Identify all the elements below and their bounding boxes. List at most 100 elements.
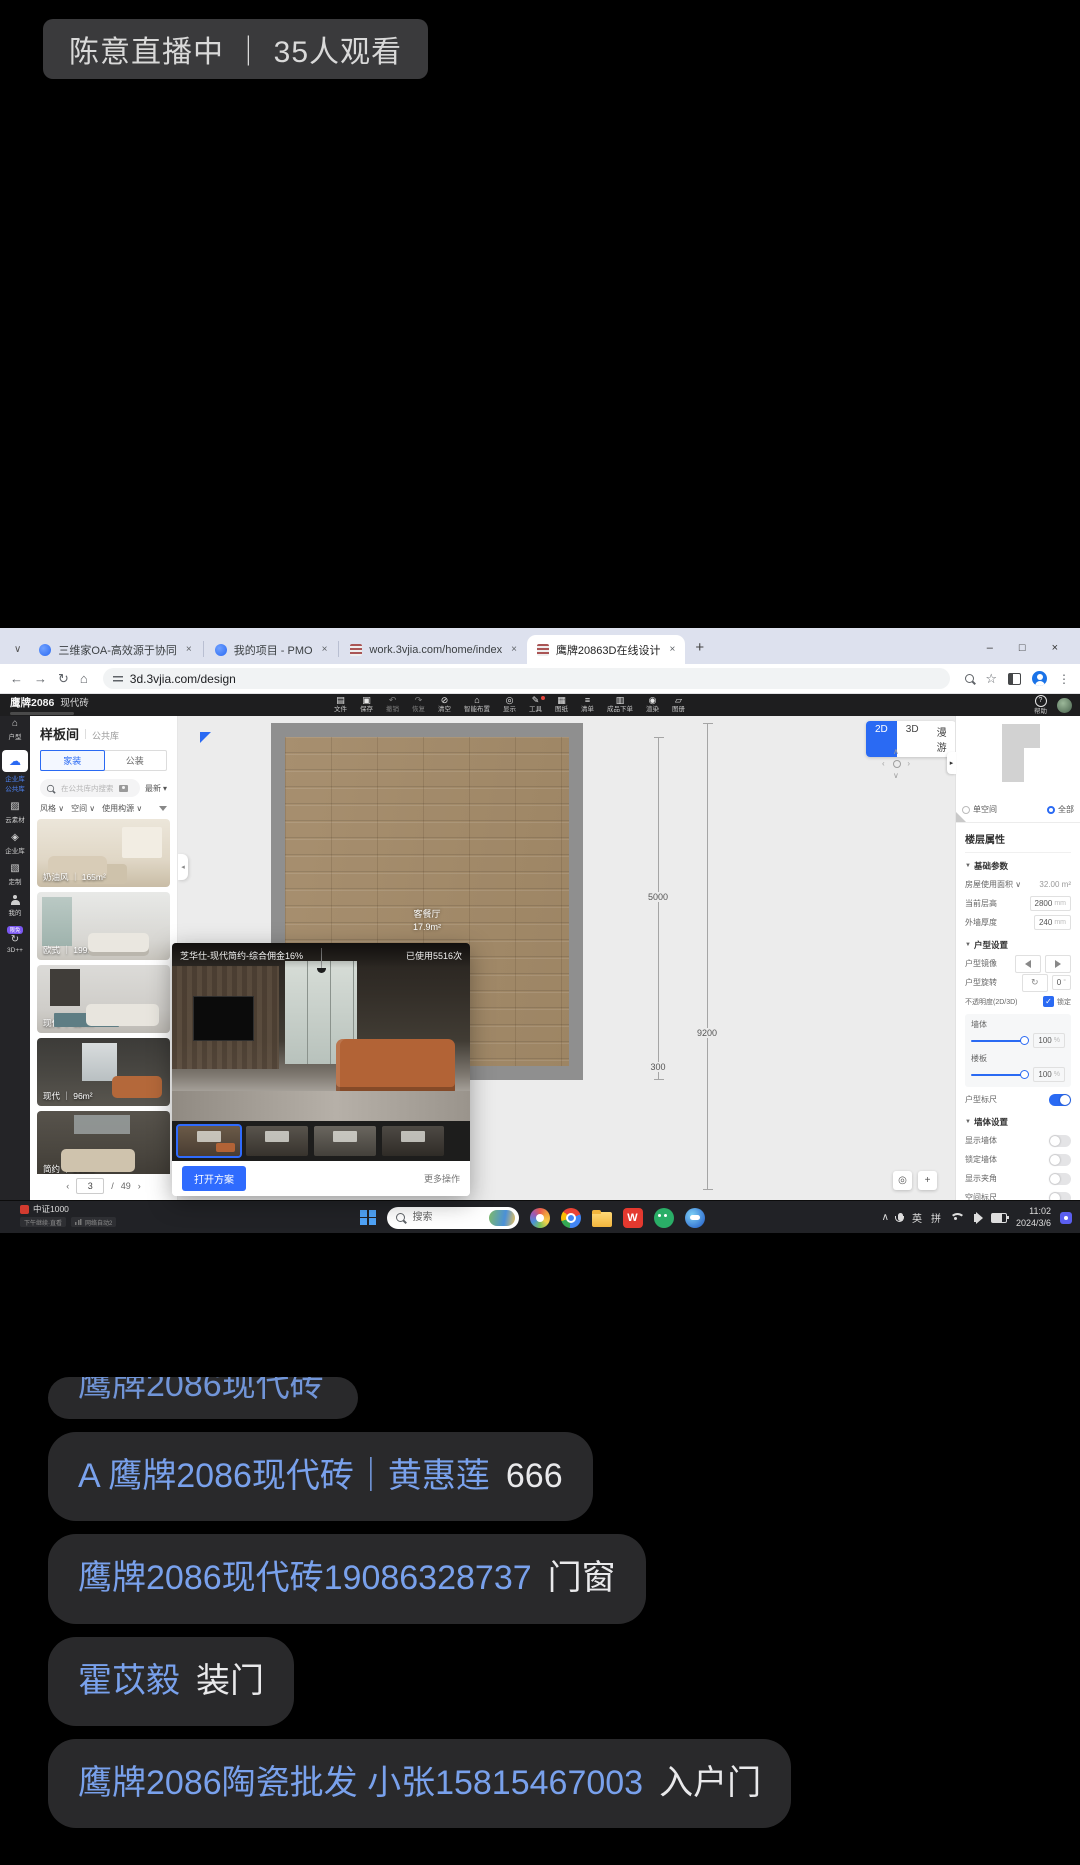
taskbar-clock[interactable]: 11:02 2024/3/6 <box>1016 1206 1051 1229</box>
plan-ruler-toggle[interactable] <box>1049 1094 1071 1106</box>
maximize-button[interactable]: □ <box>1019 642 1026 654</box>
home-icon[interactable]: ⌂ <box>80 672 88 685</box>
filter-space[interactable]: 空间 ∨ <box>71 803 95 814</box>
filter-style[interactable]: 风格 ∨ <box>40 803 64 814</box>
tab-close-icon[interactable]: × <box>322 644 328 655</box>
lock-wall-toggle[interactable] <box>1049 1154 1071 1166</box>
messenger-app-icon[interactable] <box>685 1208 705 1228</box>
toolbar-undo[interactable]: ↶撤销 <box>386 696 399 714</box>
rail-item-floorplan[interactable]: ⌂ 户型 <box>9 719 22 741</box>
site-info-icon[interactable] <box>113 675 123 683</box>
profile-avatar-icon[interactable] <box>1032 671 1047 686</box>
browser-tab-4-active[interactable]: 鹰牌20863D在线设计 × <box>527 635 685 664</box>
rail-item-mine[interactable]: 我的 <box>9 895 22 917</box>
taskbar-search[interactable] <box>387 1207 519 1229</box>
tab-home-decor[interactable]: 家装 <box>40 750 105 771</box>
ime-english-indicator[interactable]: 英 <box>912 1210 922 1225</box>
minimap-resize-corner[interactable] <box>956 812 966 822</box>
toolbar-list[interactable]: ≡清单 <box>581 696 594 714</box>
minimize-button[interactable]: – <box>987 642 993 654</box>
tab-public-decor[interactable]: 公装 <box>104 751 167 770</box>
filter-funnel-icon[interactable] <box>159 806 167 811</box>
floor-opacity-value[interactable]: 100% <box>1033 1067 1065 1082</box>
pan-down-icon[interactable]: ∨ <box>893 772 899 780</box>
open-plan-button[interactable]: 打开方案 <box>182 1166 246 1191</box>
photos-app-icon[interactable] <box>530 1208 550 1228</box>
bookmark-star-icon[interactable]: ☆ <box>985 671 997 687</box>
toolbar-gallery[interactable]: ▱图册 <box>672 696 685 714</box>
section-basic-params[interactable]: ▼基础参数 <box>965 860 1071 872</box>
browser-tab-2[interactable]: 我的项目 - PMO × <box>205 635 338 664</box>
browser-tab-3[interactable]: work.3vjia.com/home/index × <box>340 635 527 664</box>
panel-collapse-handle[interactable]: ◂ <box>178 854 188 880</box>
reload-icon[interactable]: ↻ <box>58 672 69 685</box>
template-card[interactable]: 欧式 ｜ 199m² <box>37 892 170 960</box>
popup-thumbnail[interactable] <box>382 1126 444 1156</box>
floor-opacity-slider[interactable] <box>971 1074 1028 1076</box>
widget-chip[interactable]: 下午继续·直看 <box>20 1217 66 1227</box>
rail-item-library-active[interactable]: ☁ <box>2 750 28 772</box>
toolbar-order[interactable]: ▥成品下单 <box>607 696 633 714</box>
rail-item-3d-plus[interactable]: 限免 ↻ 3D++ <box>7 926 23 954</box>
browser-tab-1[interactable]: 三维家OA-高效源于协同 × <box>29 635 201 664</box>
filter-source[interactable]: 使用构源 ∨ <box>102 803 142 814</box>
taskbar-search-input[interactable] <box>411 1211 475 1224</box>
tab-search-chevron-icon[interactable]: ∨ <box>14 644 21 655</box>
show-wall-toggle[interactable] <box>1049 1135 1071 1147</box>
template-card[interactable]: 现代 ｜ 96m² <box>37 1038 170 1106</box>
wps-app-icon[interactable]: W <box>623 1208 643 1228</box>
view-compass[interactable]: ∧ ‹ › ∨ <box>878 746 914 782</box>
pan-right-icon[interactable]: › <box>907 760 910 768</box>
toolbar-render[interactable]: ◉渲染 <box>646 696 659 714</box>
new-tab-button[interactable]: + <box>695 639 704 656</box>
prev-page-icon[interactable]: ‹ <box>66 1181 69 1191</box>
section-layout-settings[interactable]: ▼户型设置 <box>965 939 1071 951</box>
battery-icon[interactable] <box>991 1213 1007 1223</box>
toolbar-file[interactable]: ▤文件 <box>334 696 347 714</box>
toolbar-tools[interactable]: ✎工具 <box>529 696 542 714</box>
popup-thumbnail[interactable] <box>314 1126 376 1156</box>
mirror-vertical-button[interactable] <box>1045 955 1071 973</box>
wechat-app-icon[interactable] <box>654 1208 674 1228</box>
locate-button[interactable]: + <box>918 1171 937 1190</box>
wifi-icon[interactable] <box>950 1213 965 1226</box>
wall-opacity-value[interactable]: 100% <box>1033 1033 1065 1048</box>
pan-left-icon[interactable]: ‹ <box>882 760 885 768</box>
widget-chip[interactable]: 网络自动2 <box>71 1217 116 1227</box>
zoom-icon[interactable] <box>965 674 974 683</box>
search-input[interactable] <box>59 783 115 794</box>
sort-dropdown[interactable]: 最新▾ <box>145 783 167 794</box>
floor-height-input[interactable]: 2800mm <box>1030 896 1071 911</box>
popup-thumbnail-selected[interactable] <box>178 1126 240 1156</box>
taskbar-widgets[interactable]: 中证1000 下午继续·直看 网络自动2 <box>20 1203 116 1227</box>
toolbar-clear[interactable]: ⊘清空 <box>438 696 451 714</box>
next-page-icon[interactable]: › <box>138 1181 141 1191</box>
page-input[interactable]: 3 <box>76 1178 104 1194</box>
image-search-icon[interactable] <box>119 785 128 792</box>
template-card[interactable]: 现代 ｜ 117m² <box>37 965 170 1033</box>
toolbar-display[interactable]: ◎显示 <box>503 696 516 714</box>
rail-item-cloud-assets[interactable]: ▨ 云素材 <box>5 802 25 824</box>
more-actions-link[interactable]: 更多操作 <box>424 1172 460 1185</box>
compass-center-icon[interactable] <box>893 760 901 768</box>
notification-icon[interactable] <box>1060 1212 1072 1224</box>
user-avatar[interactable] <box>1057 698 1072 713</box>
toolbar-drawings[interactable]: ▦图纸 <box>555 696 568 714</box>
rail-item-custom[interactable]: ▧ 定制 <box>9 864 22 886</box>
address-bar[interactable]: 3d.3vjia.com/design <box>103 668 951 689</box>
toolbar-redo[interactable]: ↷恢复 <box>412 696 425 714</box>
windows-start-icon[interactable] <box>360 1210 376 1226</box>
search-input-wrap[interactable] <box>40 779 140 797</box>
close-button[interactable]: × <box>1052 642 1058 654</box>
tray-expand-icon[interactable]: ∧ <box>882 1212 889 1223</box>
show-angle-toggle[interactable] <box>1049 1173 1071 1185</box>
radio-single-space[interactable]: 单空间 <box>962 804 997 815</box>
chrome-app-icon[interactable] <box>561 1208 581 1228</box>
toolbar-help[interactable]: ? 帮助 <box>1034 695 1047 716</box>
rotate-angle-input[interactable]: 0° <box>1052 975 1071 990</box>
rail-item-enterprise[interactable]: ◈ 企业库 <box>5 833 25 855</box>
lock-checkbox[interactable]: ✓ <box>1043 996 1054 1007</box>
wall-thickness-input[interactable]: 240mm <box>1034 915 1071 930</box>
template-card[interactable]: 简约 ｜ 218m² <box>37 1111 170 1174</box>
tab-close-icon[interactable]: × <box>669 644 675 655</box>
